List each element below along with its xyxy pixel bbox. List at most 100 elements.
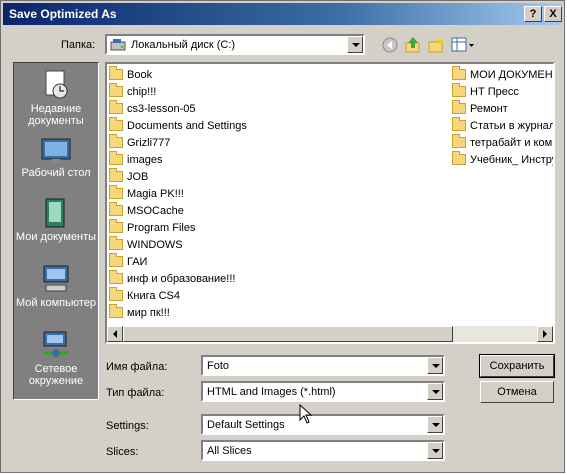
location-label: Папка: (61, 39, 96, 51)
file-column-2: МОИ ДОКУМЕНТЫ НТ Пресс Ремонт Статьи в журн… (452, 66, 555, 168)
place-recent[interactable]: Недавние документы (14, 69, 98, 127)
settings-value: Default Settings (207, 419, 285, 431)
horizontal-scrollbar[interactable] (107, 326, 553, 342)
slices-label: Slices: (106, 446, 139, 458)
places-bar: Недавние документы Рабочий стол Мои доку… (13, 62, 99, 400)
file-list-item-label: chip!!! (127, 85, 157, 98)
filename-input[interactable]: Foto (201, 355, 445, 376)
folder-icon (109, 117, 123, 131)
file-list-item-label: Статьи в журнал (470, 119, 555, 132)
file-list-item-label: Учебник_ Инстру (470, 153, 555, 166)
place-network[interactable]: Сетевое окружение (14, 329, 98, 387)
file-list-item[interactable]: Учебник_ Инстру (452, 151, 555, 168)
view-menu-icon[interactable] (451, 36, 475, 54)
filename-value: Foto (207, 360, 230, 372)
slices-value: All Slices (207, 445, 252, 457)
back-icon[interactable] (381, 36, 399, 54)
chevron-down-icon[interactable] (427, 357, 443, 374)
new-folder-icon[interactable] (427, 36, 445, 54)
file-list-item[interactable]: Grizli777 (109, 134, 247, 151)
file-list-item-label: Ремонт (470, 102, 508, 115)
slices-select[interactable]: All Slices (201, 440, 445, 461)
folder-icon (109, 151, 123, 165)
save-dialog: Save Optimized As ? X Папка: Локальный д… (0, 0, 565, 473)
my-documents-icon (45, 198, 65, 228)
cancel-button[interactable]: Отмена (480, 381, 554, 403)
arrow-left-icon (113, 330, 117, 338)
file-list-item-label: мир пк!!! (127, 306, 170, 319)
network-icon (43, 331, 68, 357)
file-list-item[interactable]: Ремонт (452, 100, 553, 117)
folder-icon (452, 117, 466, 131)
file-list-item[interactable]: Documents and Settings (109, 117, 247, 134)
file-list[interactable]: Book chip!!! cs3-lesson-05 Documents and Se… (105, 62, 555, 344)
filetype-label: Тип файла: (106, 387, 165, 399)
file-list-item[interactable]: WINDOWS (109, 236, 247, 253)
folder-icon (109, 236, 123, 250)
close-button[interactable]: X (544, 6, 562, 22)
folder-icon (109, 83, 123, 97)
file-list-item[interactable]: chip!!! (109, 83, 247, 100)
place-network-label: Сетевое окружение (28, 363, 84, 387)
place-my-documents[interactable]: Мои документы (14, 197, 98, 243)
folder-icon (109, 185, 123, 199)
arrow-right-icon (543, 330, 547, 338)
scroll-left-button[interactable] (107, 326, 123, 342)
file-list-item[interactable]: Program Files (109, 219, 247, 236)
file-list-item[interactable]: НТ Пресс (452, 83, 553, 100)
file-list-item-label: инф и образование!!! (127, 272, 236, 285)
file-list-item[interactable]: МОИ ДОКУМЕНТЫ (452, 66, 553, 83)
scroll-right-button[interactable] (537, 326, 553, 342)
chevron-down-icon[interactable] (427, 383, 443, 400)
place-desktop[interactable]: Рабочий стол (14, 137, 98, 179)
file-list-item[interactable]: Статьи в журнал (452, 117, 555, 134)
file-list-item-label: WINDOWS (127, 238, 183, 251)
file-list-item[interactable]: инф и образование!!! (109, 270, 247, 287)
file-list-item[interactable]: Magia PK!!! (109, 185, 247, 202)
folder-icon (109, 168, 123, 182)
mouse-cursor-icon (299, 404, 313, 424)
up-folder-icon[interactable] (404, 36, 422, 54)
folder-icon (109, 134, 123, 148)
window-title: Save Optimized As (9, 7, 117, 21)
file-list-item-label: тетрабайт и ком (470, 136, 553, 149)
file-list-item-label: ГАИ (127, 255, 148, 268)
file-list-item[interactable]: тетрабайт и ком (452, 134, 553, 151)
chevron-down-icon[interactable] (347, 36, 363, 53)
place-recent-label: Недавние документы (28, 103, 84, 127)
file-list-item-label: images (127, 153, 163, 166)
folder-icon (109, 66, 123, 80)
filename-label: Имя файла: (106, 361, 168, 373)
file-list-item-label: JOB (127, 170, 149, 183)
file-list-item[interactable]: cs3-lesson-05 (109, 100, 247, 117)
my-computer-icon (43, 265, 69, 292)
file-list-item[interactable]: Book (109, 66, 247, 83)
place-my-computer-label: Мой компьютер (15, 297, 97, 309)
drive-icon (110, 39, 126, 51)
filetype-select[interactable]: HTML and Images (*.html) (201, 381, 445, 402)
chevron-down-icon[interactable] (427, 442, 443, 459)
file-list-item-label: Documents and Settings (127, 119, 247, 132)
title-bar: Save Optimized As ? X (3, 3, 562, 25)
file-list-item[interactable]: Книга CS4 (109, 287, 247, 304)
scroll-thumb[interactable] (123, 326, 453, 342)
chevron-down-icon[interactable] (427, 416, 443, 433)
file-list-item[interactable]: ГАИ (109, 253, 247, 270)
folder-icon (452, 100, 466, 114)
desktop-icon (41, 138, 71, 163)
file-list-item-label: МОИ ДОКУМЕНТЫ (470, 68, 553, 81)
folder-icon (109, 253, 123, 267)
location-combo[interactable]: Локальный диск (C:) (105, 34, 365, 55)
help-button[interactable]: ? (524, 6, 542, 22)
save-button[interactable]: Сохранить (479, 354, 555, 378)
file-list-item[interactable]: MSOCache (109, 202, 247, 219)
folder-icon (452, 83, 466, 97)
file-list-item[interactable]: JOB (109, 168, 247, 185)
place-my-documents-label: Мои документы (15, 231, 97, 243)
folder-icon (109, 100, 123, 114)
settings-select[interactable]: Default Settings (201, 414, 445, 435)
place-my-computer[interactable]: Мой компьютер (14, 263, 98, 309)
file-list-item-label: Program Files (127, 221, 196, 234)
file-list-item[interactable]: images (109, 151, 247, 168)
file-list-item[interactable]: мир пк!!! (109, 304, 247, 321)
